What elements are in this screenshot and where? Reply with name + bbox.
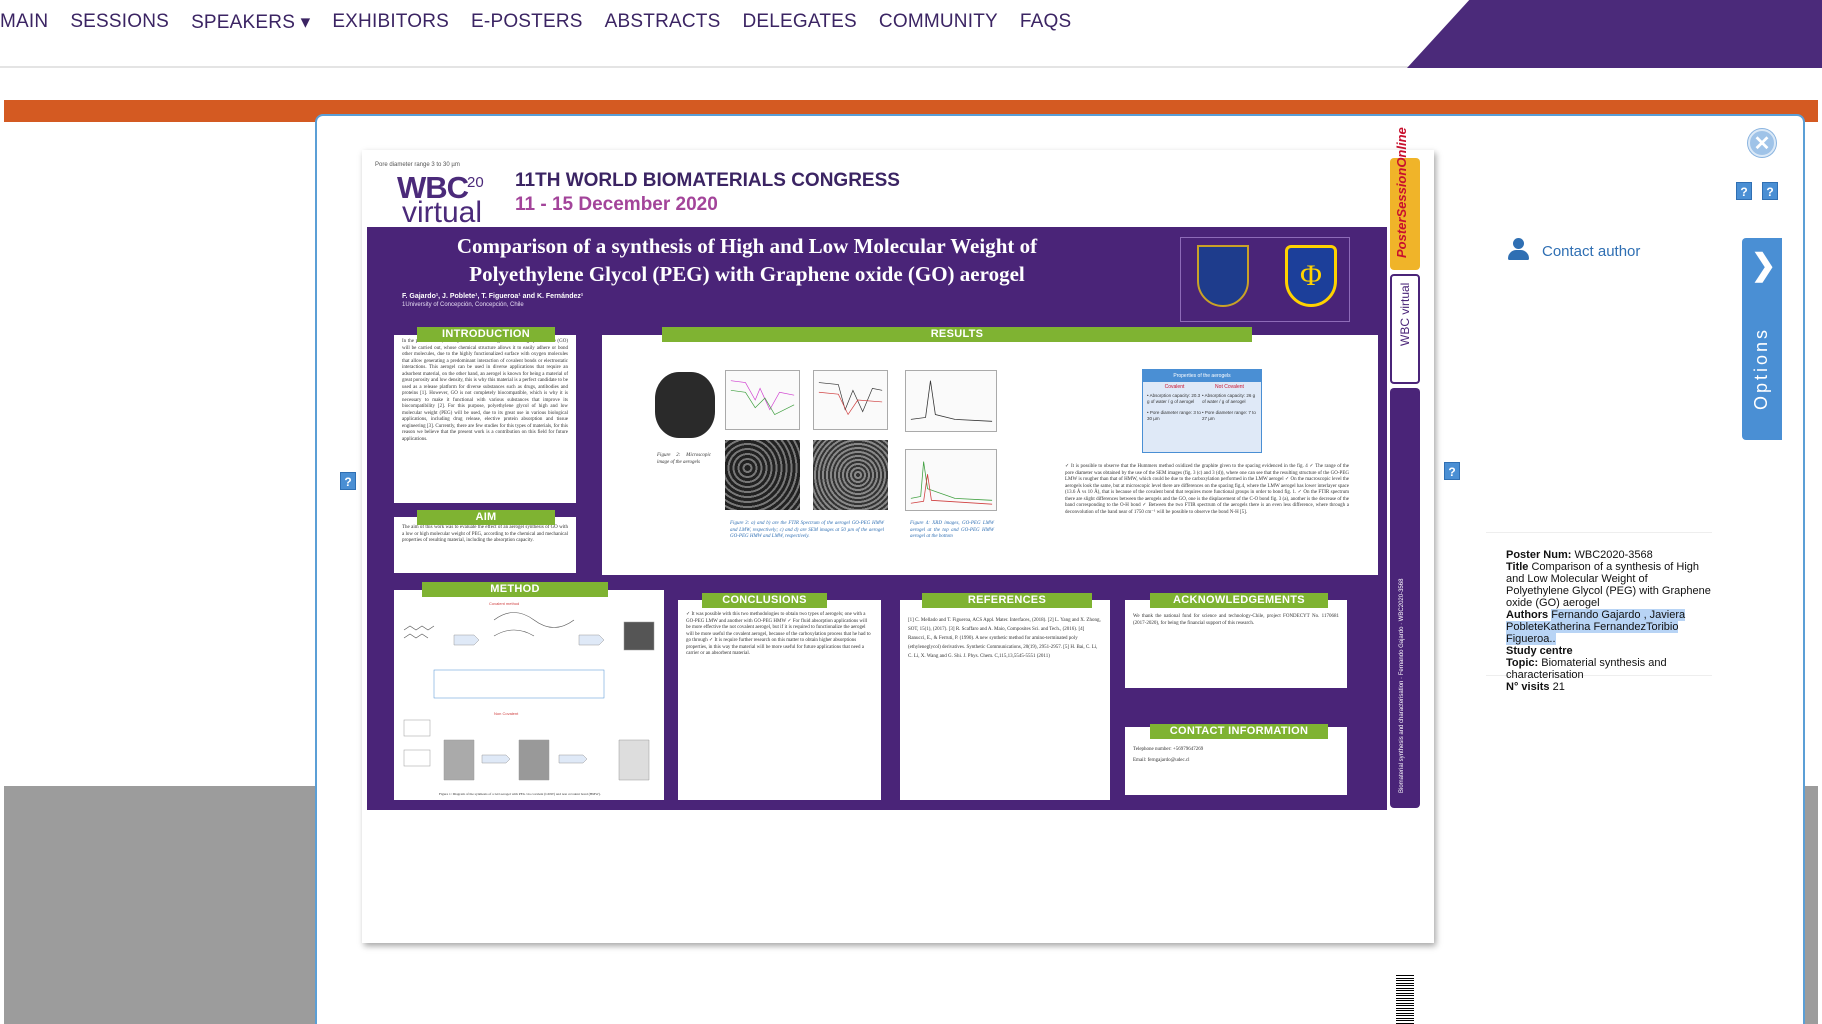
poster-header: Pore diameter range 3 to 30 µm WBC 20 vi… xyxy=(367,162,1387,229)
poster-info-panel: Poster Num: WBC2020-3568 Title Compariso… xyxy=(1486,532,1712,693)
references-box: [1] C. Mellado and T. Figueroa, ACS Appl… xyxy=(900,600,1110,800)
xrd-chart-bottom xyxy=(905,449,997,511)
contact-email: Email: ferngajardo@udec.cl xyxy=(1133,757,1190,763)
university-crest-logo xyxy=(1197,245,1249,307)
nav-abstracts[interactable]: ABSTRACTS xyxy=(605,11,721,34)
nav-delegates[interactable]: DELEGATES xyxy=(742,11,856,34)
figure-4-caption: Figure 4: XRD images, GO-PEG LMW aerogel… xyxy=(910,521,994,539)
poster-session-online-logo: PosterSessionOnline xyxy=(1390,127,1420,270)
introduction-box: In the present work, a comparison of two… xyxy=(394,335,576,503)
properties-noncovalent-header: Not Covalent xyxy=(1215,384,1244,390)
wbc-virtual-badge: WBC virtual xyxy=(1390,274,1420,384)
topic-label: Topic: xyxy=(1506,657,1539,669)
conclusions-text: ✓ It was possible with this two methodol… xyxy=(686,612,871,656)
nav-speakers[interactable]: SPEAKERS ▾ xyxy=(191,11,310,34)
method-heading: METHOD xyxy=(422,582,608,597)
ftir-chart-a xyxy=(725,370,800,430)
poster-num-label: Poster Num: xyxy=(1506,549,1572,561)
conclusions-heading: CONCLUSIONS xyxy=(702,593,827,608)
title-label: Title xyxy=(1506,561,1529,573)
poster-affiliation: 1University of Concepción, Concepción, C… xyxy=(402,302,524,308)
nav-menu: MAIN SESSIONS SPEAKERS ▾ EXHIBITORS E-PO… xyxy=(0,11,1093,34)
help-icon[interactable]: ? xyxy=(1736,182,1752,200)
svg-text:Covalent method: Covalent method xyxy=(489,601,519,606)
acknowledgements-box: We thank the national fund for science a… xyxy=(1125,600,1347,688)
introduction-heading: INTRODUCTION xyxy=(417,327,555,342)
results-text: ✓ It is possible to observe that the Hum… xyxy=(1065,464,1349,515)
references-text: [1] C. Mellado and T. Figueroa, ACS Appl… xyxy=(908,618,1101,659)
poster-title: Comparison of a synthesis of High and Lo… xyxy=(456,234,1038,286)
nav-exhibitors[interactable]: EXHIBITORS xyxy=(332,11,449,34)
svg-text:Non Covalent: Non Covalent xyxy=(494,711,519,716)
nav-community[interactable]: COMMUNITY xyxy=(879,11,998,34)
options-label: Options xyxy=(1751,326,1771,410)
visits-value: 21 xyxy=(1552,681,1565,693)
conclusions-box: ✓ It was possible with this two methodol… xyxy=(678,600,881,800)
references-heading: REFERENCES xyxy=(922,593,1092,608)
top-navigation: MAIN SESSIONS SPEAKERS ▾ EXHIBITORS E-PO… xyxy=(0,0,1822,68)
acknowledgements-heading: ACKNOWLEDGEMENTS xyxy=(1150,593,1328,608)
options-tab[interactable]: ❯ Options xyxy=(1742,238,1782,440)
aerogel-photo xyxy=(655,372,715,438)
method-box: Covalent method Non Covalent Figure 1: D… xyxy=(394,590,664,800)
authors-label: Authors xyxy=(1506,609,1549,621)
xrd-chart-top xyxy=(905,370,997,432)
help-icon[interactable]: ? xyxy=(1444,462,1460,480)
poster-authors: F. Gajardo¹, J. Poblete¹, T. Figueroa¹ a… xyxy=(402,293,584,300)
poster-side-strip: PosterSessionOnline WBC virtual Biomater… xyxy=(1390,127,1420,1024)
ftir-chart-b xyxy=(813,370,888,430)
person-icon xyxy=(1508,238,1529,264)
figure-2-caption: Figure 2: Microscopic image of the aerog… xyxy=(657,453,711,465)
wbc-logo-year: 20 xyxy=(467,174,484,191)
title-value: Comparison of a synthesis of High and Lo… xyxy=(1506,561,1711,609)
udec-logo: Φ xyxy=(1285,245,1337,307)
sem-image-d xyxy=(813,440,888,510)
properties-noncovalent-pore: • Pore diameter range: 7 to 27 µm xyxy=(1202,410,1256,421)
properties-title: Properties of the aerogels xyxy=(1143,370,1261,382)
congress-title: 11TH WORLD BIOMATERIALS CONGRESS xyxy=(515,170,900,191)
wbc-logo-virtual: virtual xyxy=(402,196,483,229)
nav-corner-decoration xyxy=(1407,0,1822,68)
poster-id-strip: Biomaterial synthesis and characterisati… xyxy=(1390,388,1420,1024)
wbc-virtual-badge-text: WBC virtual xyxy=(1398,282,1412,346)
nav-main[interactable]: MAIN xyxy=(0,11,48,34)
properties-noncovalent-absorption: • Absorption capacity: 26 g of water / g… xyxy=(1202,393,1256,404)
contact-info-heading: CONTACT INFORMATION xyxy=(1150,724,1328,739)
properties-covalent-pore: • Pore diameter range: 3 to 30 µm xyxy=(1147,410,1201,421)
figure-3-caption: Figure 3: a) and b) are the FTIR Spectru… xyxy=(730,521,884,539)
congress-dates: 11 - 15 December 2020 xyxy=(515,194,718,215)
poster-body: Comparison of a synthesis of High and Lo… xyxy=(367,227,1387,810)
study-centre-label: Study centre xyxy=(1506,645,1573,657)
contact-author-label: Contact author xyxy=(1542,242,1641,260)
aim-heading: AIM xyxy=(417,510,555,525)
chevron-right-icon: ❯ xyxy=(1751,249,1777,282)
help-icon[interactable]: ? xyxy=(340,472,356,490)
introduction-text: In the present work, a comparison of two… xyxy=(402,339,568,442)
aim-box: The aim of this work was to evaluate the… xyxy=(394,517,576,573)
method-diagram: Covalent method Non Covalent Figure 1: D… xyxy=(403,601,655,796)
poster-small-note: Pore diameter range 3 to 30 µm xyxy=(375,162,460,168)
poster-num-value: WBC2020-3568 xyxy=(1574,549,1653,561)
close-icon[interactable]: ✕ xyxy=(1748,129,1776,157)
properties-covalent-absorption: • Absorption capacity: 20.3 g of water /… xyxy=(1147,393,1201,404)
method-figure-caption: Figure 1: Diagram of the synthesis of a … xyxy=(439,792,601,796)
poster-session-online-text: PosterSessionOnline xyxy=(1394,127,1409,258)
results-heading: RESULTS xyxy=(662,327,1252,342)
aerogel-properties-table: Properties of the aerogels Covalent Not … xyxy=(1142,369,1262,453)
visits-label: N° visits xyxy=(1506,681,1550,693)
nav-faqs[interactable]: FAQS xyxy=(1020,11,1071,34)
sem-image-c xyxy=(725,440,800,510)
nav-e-posters[interactable]: E-POSTERS xyxy=(471,11,583,34)
barcode-icon xyxy=(1396,975,1414,1024)
properties-covalent-header: Covalent xyxy=(1164,384,1185,390)
nav-sessions[interactable]: SESSIONS xyxy=(70,11,169,34)
contact-author-link[interactable]: Contact author xyxy=(1508,238,1640,264)
poster-id-strip-text: Biomaterial synthesis and characterisati… xyxy=(1399,578,1405,793)
help-icon[interactable]: ? xyxy=(1762,182,1778,200)
